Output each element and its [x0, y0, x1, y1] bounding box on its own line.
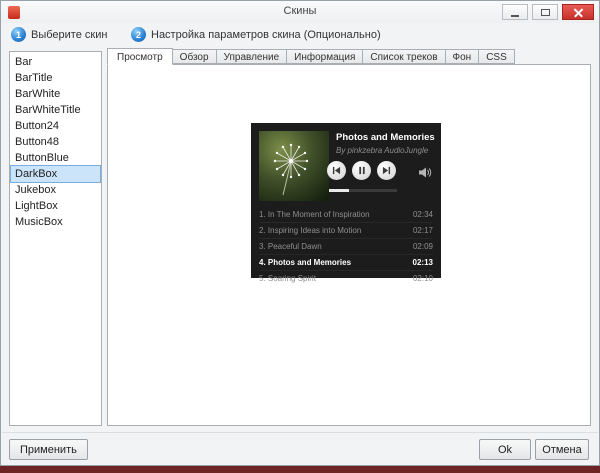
step1-label: Выберите скин	[31, 29, 107, 41]
tab-overview[interactable]: Обзор	[173, 49, 217, 64]
skin-list-item[interactable]: LightBox	[11, 198, 100, 214]
next-button[interactable]	[377, 161, 396, 180]
skin-list-item[interactable]: MusicBox	[11, 214, 100, 230]
next-icon	[382, 166, 391, 175]
darkbox-player-preview: Photos and Memories By pinkzebra AudioJu…	[251, 123, 441, 278]
progress-bar[interactable]	[329, 189, 397, 192]
step-choose-skin: 1 Выберите скин	[11, 27, 107, 42]
pause-icon	[358, 166, 366, 175]
track-time: 02:13	[413, 258, 433, 267]
tab-preview[interactable]: Просмотр	[107, 48, 173, 65]
titlebar[interactable]: Скины	[1, 1, 599, 23]
skin-list-item-selected[interactable]: DarkBox	[11, 166, 100, 182]
tab-css[interactable]: CSS	[479, 49, 515, 64]
preview-panel: Photos and Memories By pinkzebra AudioJu…	[107, 64, 591, 426]
footer-divider	[2, 432, 598, 433]
step1-badge-icon: 1	[11, 27, 26, 42]
track-label: 2. Inspiring Ideas into Motion	[259, 226, 361, 235]
skin-list-item[interactable]: ButtonBlue	[11, 150, 100, 166]
progress-fill	[329, 189, 349, 192]
step2-label: Настройка параметров скина (Опционально)	[151, 29, 381, 41]
player-track-subtitle: By pinkzebra AudioJungle	[336, 146, 428, 155]
window-controls	[502, 4, 594, 20]
track-label: 4. Photos and Memories	[259, 258, 351, 267]
maximize-button[interactable]	[532, 4, 558, 20]
previous-icon	[332, 166, 341, 175]
maximize-icon	[541, 9, 550, 16]
volume-button[interactable]	[419, 165, 432, 183]
album-art-dandelion	[259, 131, 329, 201]
step2-badge-icon: 2	[131, 27, 146, 42]
track-row-current[interactable]: 4. Photos and Memories 02:13	[259, 255, 433, 271]
minimize-button[interactable]	[502, 4, 528, 20]
track-label: 5. Soaring Spirit	[259, 274, 316, 283]
steps-header: 1 Выберите скин 2 Настройка параметров с…	[1, 23, 599, 48]
track-time: 02:09	[413, 242, 433, 251]
ok-button[interactable]: Ok	[479, 439, 531, 460]
track-label: 1. In The Moment of Inspiration	[259, 210, 370, 219]
skin-list: Bar BarTitle BarWhite BarWhiteTitle Butt…	[9, 51, 102, 426]
skin-list-item[interactable]: Button48	[11, 134, 100, 150]
track-time: 02:10	[413, 274, 433, 283]
pause-button[interactable]	[352, 161, 371, 180]
minimize-icon	[511, 15, 519, 17]
bottom-strip	[0, 466, 600, 473]
track-row[interactable]: 1. In The Moment of Inspiration 02:34	[259, 207, 433, 223]
track-label: 3. Peaceful Dawn	[259, 242, 322, 251]
close-button[interactable]	[562, 4, 594, 20]
skins-dialog: Скины 1 Выберите скин 2 Настройка параме…	[0, 0, 600, 466]
skin-list-item[interactable]: BarTitle	[11, 70, 100, 86]
previous-button[interactable]	[327, 161, 346, 180]
tab-bar: Просмотр Обзор Управление Информация Спи…	[107, 48, 515, 64]
skin-list-item[interactable]: Bar	[11, 54, 100, 70]
tab-background[interactable]: Фон	[446, 49, 480, 64]
track-time: 02:17	[413, 226, 433, 235]
tab-controls[interactable]: Управление	[217, 49, 288, 64]
track-row[interactable]: 2. Inspiring Ideas into Motion 02:17	[259, 223, 433, 239]
skin-list-item[interactable]: BarWhite	[11, 86, 100, 102]
player-track-title: Photos and Memories	[336, 132, 435, 143]
apply-button[interactable]: Применить	[9, 439, 88, 460]
track-row[interactable]: 3. Peaceful Dawn 02:09	[259, 239, 433, 255]
skin-list-item[interactable]: Jukebox	[11, 182, 100, 198]
close-icon	[573, 7, 584, 18]
player-controls	[327, 161, 396, 180]
tab-information[interactable]: Информация	[287, 49, 363, 64]
tab-tracklist[interactable]: Список треков	[363, 49, 445, 64]
skin-list-item[interactable]: BarWhiteTitle	[11, 102, 100, 118]
player-tracklist: 1. In The Moment of Inspiration 02:34 2.…	[259, 207, 433, 286]
step-configure-skin: 2 Настройка параметров скина (Опциональн…	[131, 27, 381, 42]
cancel-button[interactable]: Отмена	[535, 439, 589, 460]
track-row[interactable]: 5. Soaring Spirit 02:10	[259, 271, 433, 286]
volume-icon	[419, 167, 432, 178]
skin-list-item[interactable]: Button24	[11, 118, 100, 134]
track-time: 02:34	[413, 210, 433, 219]
